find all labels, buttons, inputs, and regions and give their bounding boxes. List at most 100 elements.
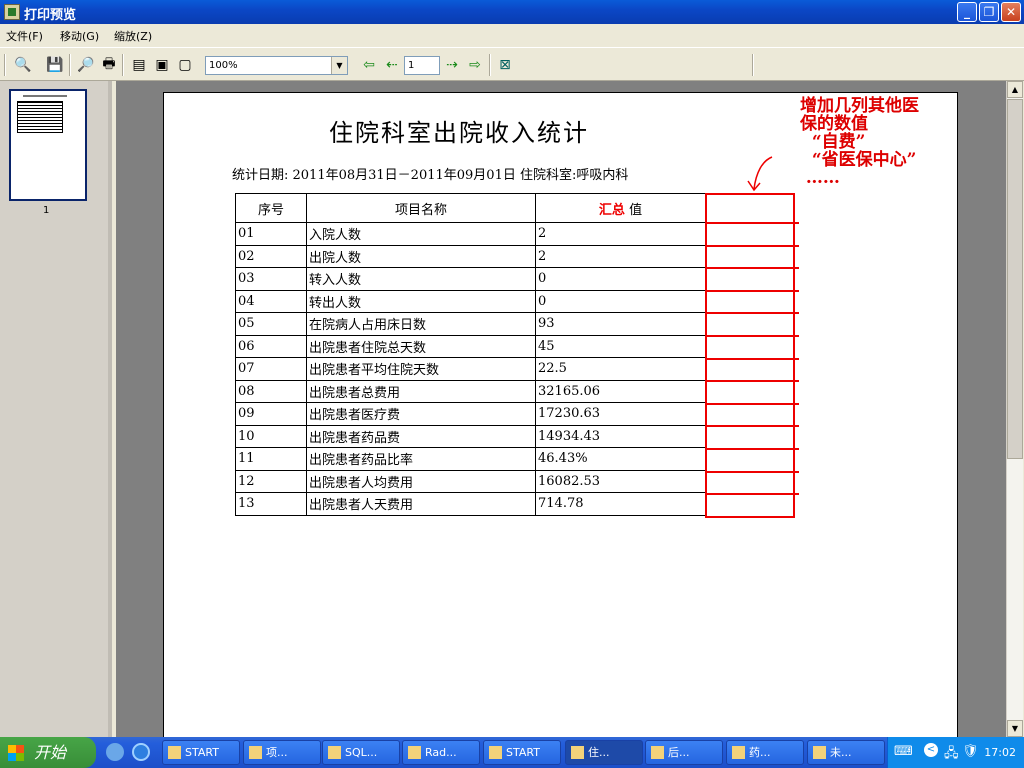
toolbar-separator [4,54,6,76]
row-index: 10 [235,424,307,448]
toolbar-separator [122,54,124,76]
system-tray: ⌨ < 🖧 🛡 17:02 [887,737,1024,768]
network-icon[interactable]: 🖧 [944,744,959,766]
restore-button[interactable]: ❐ [979,2,999,22]
app-icon [4,4,20,20]
taskbar-button[interactable]: 后... [645,740,723,765]
annotation-red-line [705,312,799,315]
last-page-icon[interactable]: ⇨ [465,55,485,75]
task-app-icon [651,746,664,759]
report-title: 住院科室出院收入统计 [329,119,589,147]
save-icon[interactable]: 💾 [45,55,65,75]
page-width-icon[interactable]: ▣ [152,55,172,75]
menu-move[interactable]: 移动(G) [60,28,99,44]
prev-page-icon[interactable]: ⇠ [382,55,402,75]
task-app-icon [408,746,421,759]
annotation-arrow-icon [747,156,773,192]
table-row: 04 转出人数 0 [235,289,706,313]
magnifier-icon[interactable]: 🔍 [13,55,33,75]
table-row: 12 出院患者人均费用 16082.53 [235,469,706,493]
row-value: 16082.53 [535,469,706,493]
start-label: 开始 [34,743,67,762]
taskbar: 开始 START 项... SQL... Rad... START 住... 后... 药..… [0,737,1024,768]
internet-explorer-icon[interactable] [132,743,150,761]
report-page: 住院科室出院收入统计 统计日期: 2011年08月31日－2011年09月01日… [163,92,958,737]
row-value: 0 [535,267,706,291]
scroll-up-icon[interactable]: ▲ [1007,81,1023,98]
taskbar-button-label: 项... [266,746,288,759]
row-item-name: 出院患者人天费用 [306,492,536,516]
toolbar-separator [752,54,754,76]
toolbar: 🔍 💾 🔎 🖶 ▤ ▣ ▢ 100% ▼ ⇦ ⇠ 1 ⇢ ⇨ ⊠ [0,47,1024,81]
row-index: 08 [235,379,307,403]
taskbar-button[interactable]: START [483,740,561,765]
report-subtitle: 统计日期: 2011年08月31日－2011年09月01日 住院科室:呼吸内科 [232,168,629,183]
thumbnail-pane: 1 [0,81,112,737]
annotation-red-line [705,470,799,473]
menu-zoom[interactable]: 缩放(Z) [114,28,152,44]
keyboard-icon[interactable]: ⌨ [894,744,913,759]
windows-logo-icon [8,745,24,761]
taskbar-button[interactable]: START [162,740,240,765]
page-thumbnail[interactable] [9,89,87,201]
table-row: 10 出院患者药品费 14934.43 [235,424,706,448]
row-index: 07 [235,357,307,381]
taskbar-button[interactable]: 未... [807,740,885,765]
task-app-icon [328,746,341,759]
chevron-down-icon[interactable]: ▼ [331,57,347,74]
first-page-icon[interactable]: ⇦ [359,55,379,75]
header-value-label: 值 [629,202,643,218]
row-index: 12 [235,469,307,493]
row-value: 46.43% [535,447,706,471]
print-icon[interactable]: 🖶 [99,55,119,75]
annotation-red-line [705,335,799,337]
row-index: 05 [235,312,307,336]
row-index: 03 [235,267,307,291]
row-item-name: 出院患者医疗费 [306,402,536,426]
thumbnail-table [17,101,63,133]
annotation-red-line [705,244,799,247]
clock: 17:02 [984,746,1016,759]
annotation-note: 增加几列其他医 保的数值 “自费” “省医保中心” …… [800,96,919,188]
whole-page-icon[interactable]: ▢ [175,55,195,75]
close-button[interactable]: ✕ [1001,2,1021,22]
row-item-name: 入院人数 [306,222,536,246]
scroll-thumb[interactable] [1007,99,1023,459]
taskbar-button[interactable]: 住... [565,740,643,765]
taskbar-button-label: START [506,746,540,759]
table-header-row: 序号 项目名称 汇总 值 [235,193,706,223]
exit-preview-icon[interactable]: ⊠ [495,55,515,75]
taskbar-button[interactable]: 药... [726,740,804,765]
table-row: 05 在院病人占用床日数 93 [235,312,706,336]
report-table: 序号 项目名称 汇总 值 01 入院人数 2 02 出院人数 2 03 转入人数 0 04 转出人数… [235,193,706,516]
row-value: 93 [535,312,706,336]
row-value: 2 [535,222,706,246]
page-number-input[interactable]: 1 [404,56,440,75]
zoom-value: 100% [209,60,238,71]
zoom-select[interactable]: 100% ▼ [205,56,348,75]
security-shield-icon[interactable]: 🛡 [962,744,979,759]
row-index: 01 [235,222,307,246]
show-desktop-icon[interactable] [106,743,124,761]
minimize-button[interactable]: _ [957,2,977,22]
taskbar-button-label: 住... [588,746,610,759]
table-row: 03 转入人数 0 [235,267,706,291]
taskbar-button[interactable]: 项... [243,740,321,765]
menu-file[interactable]: 文件(F) [6,28,43,44]
title-bar: 打印预览 _ ❐ ✕ [0,0,1024,24]
one-page-icon[interactable]: ▤ [129,55,149,75]
table-row: 02 出院人数 2 [235,244,706,268]
vertical-scrollbar[interactable]: ▲ ▼ [1006,81,1023,737]
tray-expand-icon[interactable]: < [924,743,938,757]
row-value: 22.5 [535,357,706,381]
next-page-icon[interactable]: ⇢ [442,55,462,75]
find-icon[interactable]: 🔎 [76,55,96,75]
header-index: 序号 [235,193,307,223]
header-total-label: 汇总 [598,202,625,218]
taskbar-button-label: 药... [749,746,771,759]
thumbnail-page-label: 1 [43,205,50,216]
taskbar-button[interactable]: Rad... [402,740,480,765]
taskbar-button[interactable]: SQL... [322,740,400,765]
scroll-down-icon[interactable]: ▼ [1007,720,1023,737]
start-button[interactable]: 开始 [0,737,96,768]
